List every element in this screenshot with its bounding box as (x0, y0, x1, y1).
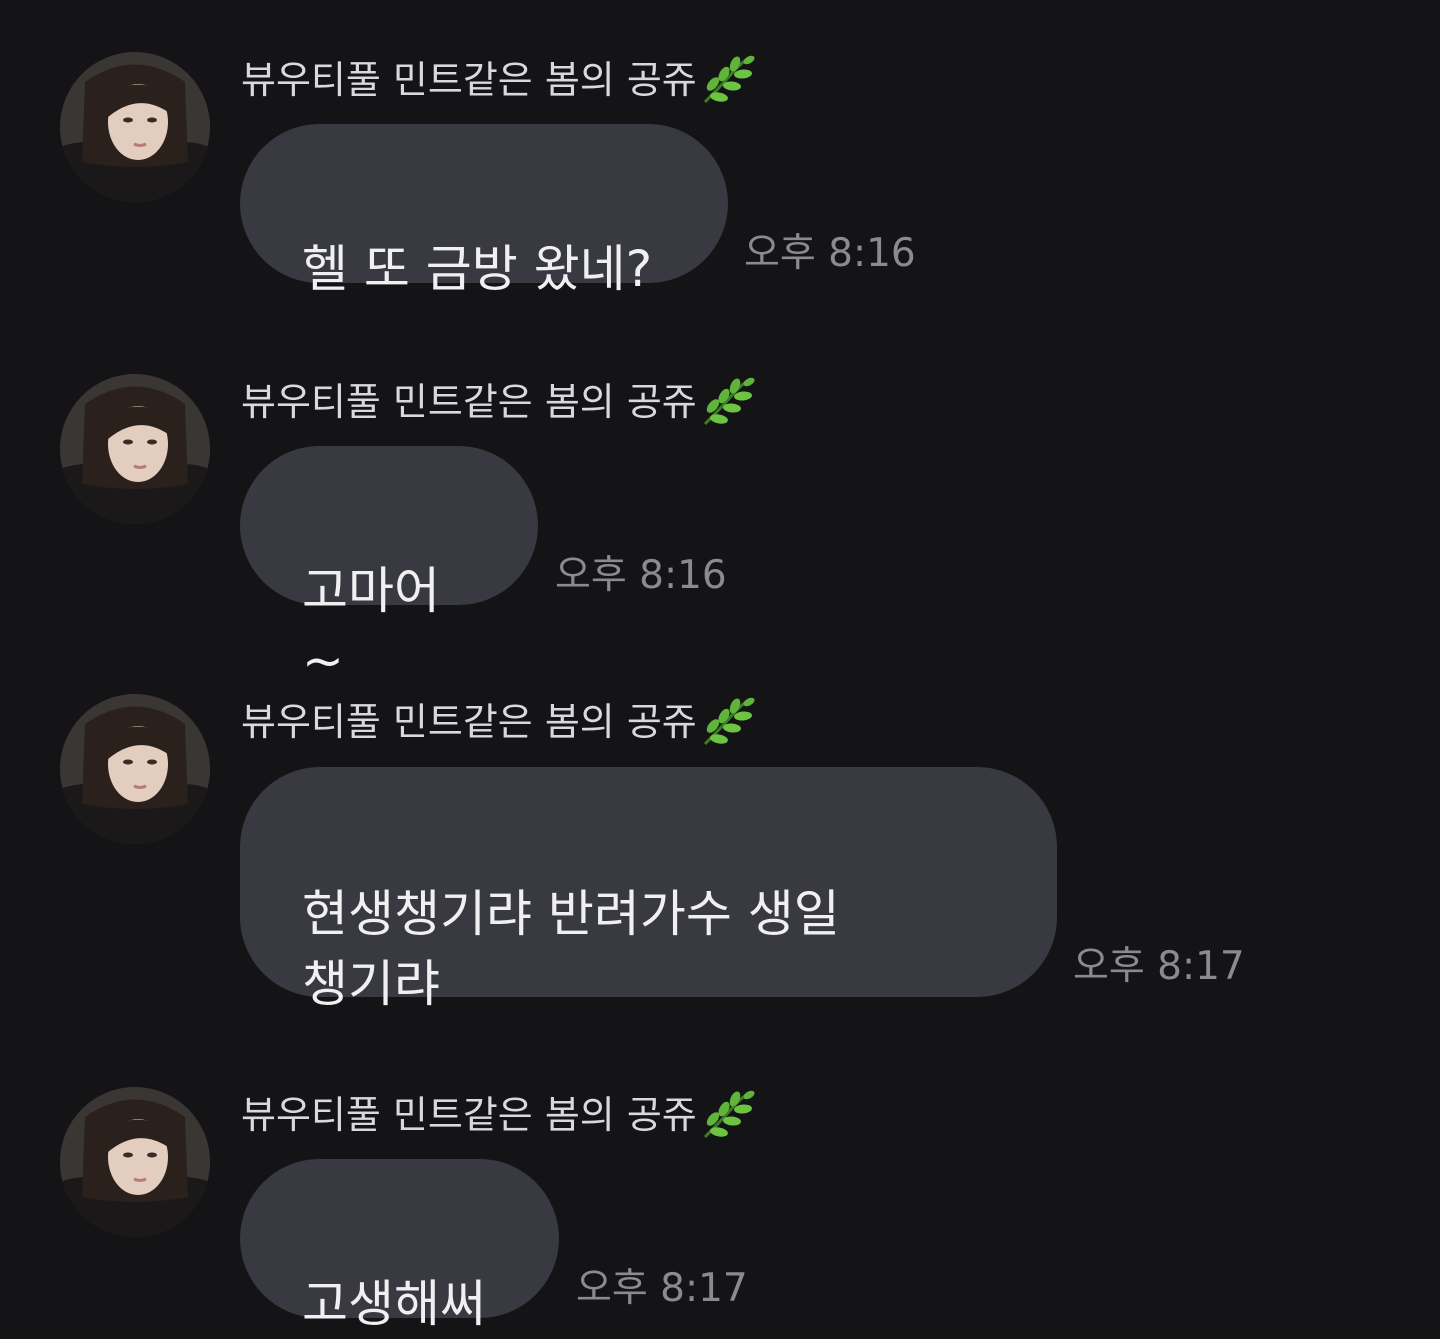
sender-avatar[interactable] (60, 374, 210, 524)
sender-name: 뷰우티풀 민트같은 봄의 공쥬 (241, 374, 757, 430)
message-time: 오후 8:16 (744, 231, 916, 276)
sender-name: 뷰우티풀 민트같은 봄의 공쥬 (241, 1087, 757, 1143)
message-text: 헬 또 금방 왔네? (302, 240, 653, 298)
sender-name: 뷰우티풀 민트같은 봄의 공쥬 (241, 694, 757, 750)
message-text: 고생해써 (302, 1275, 486, 1333)
sender-avatar[interactable] (60, 694, 210, 844)
herb-icon (699, 694, 757, 750)
message-bubble[interactable]: 현생챙기랴 반려가수 생일 챙기랴 (240, 767, 1057, 1013)
herb-icon (699, 52, 757, 108)
sender-name-text: 뷰우티풀 민트같은 봄의 공쥬 (241, 700, 697, 744)
message-bubble[interactable]: 고생해써 (240, 1159, 559, 1333)
sender-name-text: 뷰우티풀 민트같은 봄의 공쥬 (241, 1093, 697, 1137)
message-time: 오후 8:17 (576, 1266, 748, 1311)
sender-name: 뷰우티풀 민트같은 봄의 공쥬 (241, 52, 757, 108)
herb-icon (699, 374, 757, 430)
message-text: 현생챙기랴 반려가수 생일 챙기랴 (302, 885, 840, 1013)
sender-avatar[interactable] (60, 1087, 210, 1237)
message-bubble[interactable]: 헬 또 금방 왔네? (240, 124, 728, 298)
sender-avatar[interactable] (60, 52, 210, 202)
message-time: 오후 8:16 (555, 553, 727, 598)
message-text: 고마어~ (302, 562, 440, 690)
sender-name-text: 뷰우티풀 민트같은 봄의 공쥬 (241, 380, 697, 424)
herb-icon (699, 1087, 757, 1143)
sender-name-text: 뷰우티풀 민트같은 봄의 공쥬 (241, 58, 697, 102)
message-bubble[interactable]: 고마어~ (240, 446, 538, 690)
message-time: 오후 8:17 (1073, 944, 1245, 989)
